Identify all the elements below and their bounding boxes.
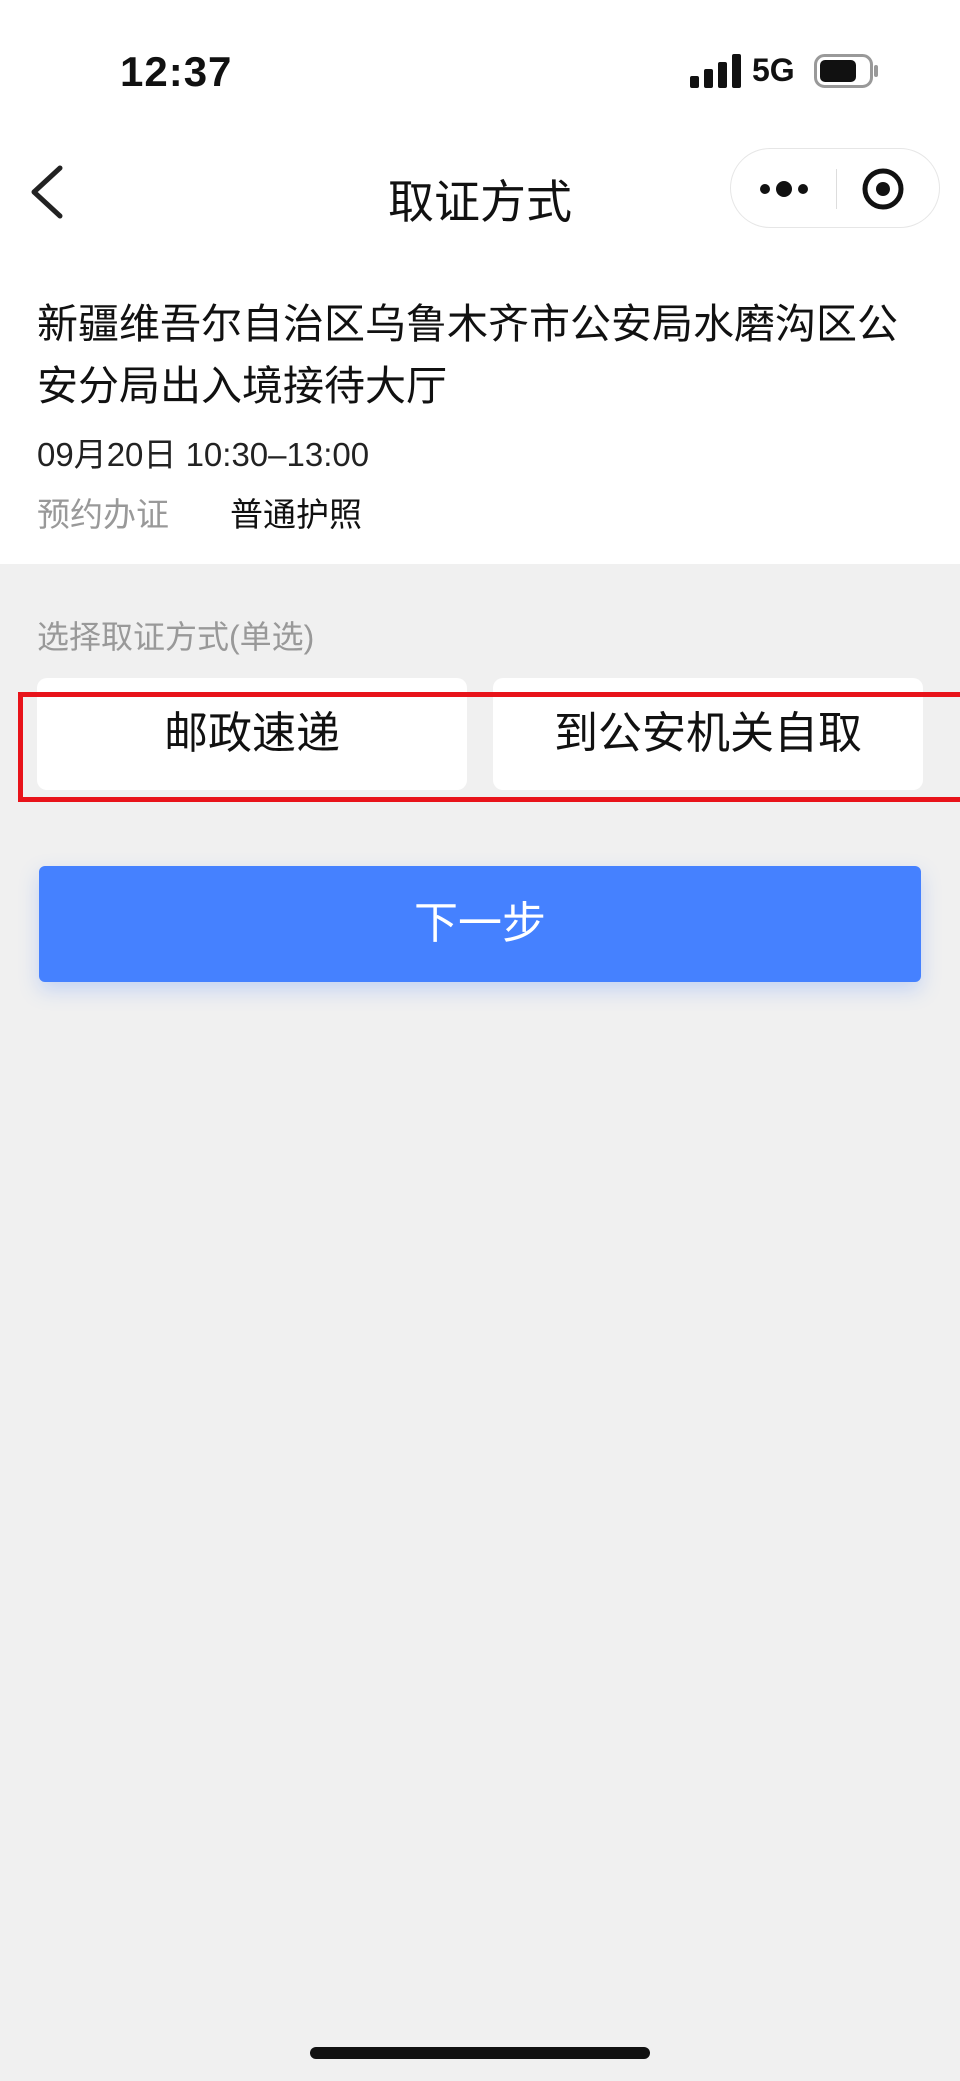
home-indicator: [310, 2047, 650, 2059]
highlight-box: [18, 692, 960, 802]
next-step-button[interactable]: 下一步: [39, 866, 921, 982]
status-time: 12:37: [120, 48, 233, 95]
close-target-icon[interactable]: [861, 167, 905, 211]
battery-icon: [814, 54, 878, 88]
business-type-value: 普通护照: [230, 496, 362, 533]
appointment-info-card: 新疆维吾尔自治区乌鲁木齐市公安局水磨沟区公安分局出入境接待大厅 09月20日 1…: [0, 250, 960, 564]
nav-bar: 取证方式: [0, 140, 960, 250]
office-name: 新疆维吾尔自治区乌鲁木齐市公安局水磨沟区公安分局出入境接待大厅: [37, 301, 898, 409]
pickup-section-label: 选择取证方式(单选): [37, 619, 315, 655]
network-type: 5G: [752, 52, 795, 88]
capsule-divider: [836, 169, 837, 209]
more-icon[interactable]: [751, 167, 821, 211]
mini-program-capsule: [730, 148, 940, 228]
status-bar: 12:37 5G: [0, 0, 960, 140]
appointment-datetime: 09月20日 10:30–13:00: [37, 436, 370, 473]
signal-icon: [690, 54, 741, 88]
business-type-label: 预约办证: [37, 496, 169, 533]
